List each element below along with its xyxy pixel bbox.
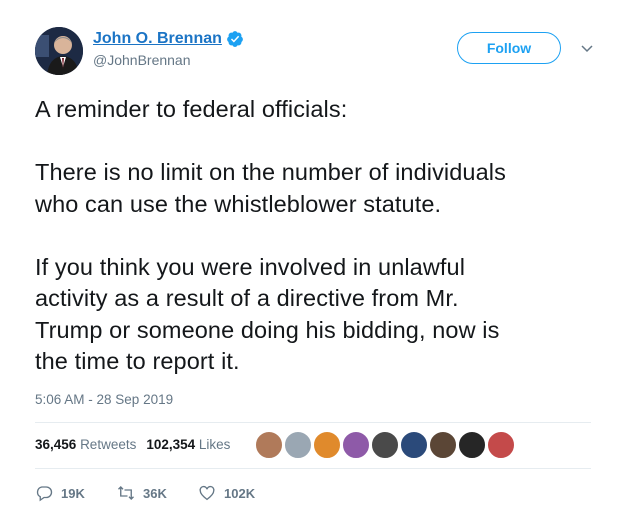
- retweets-count: 36,456: [35, 437, 77, 452]
- liker-avatar[interactable]: [487, 431, 515, 459]
- author-names: John O. Brennan @JohnBrennan: [93, 30, 244, 68]
- liker-avatar[interactable]: [429, 431, 457, 459]
- retweets-stat[interactable]: 36,456 Retweets: [35, 437, 136, 452]
- author-handle[interactable]: @JohnBrennan: [93, 52, 244, 68]
- verified-icon: [227, 31, 243, 47]
- like-button[interactable]: 102K: [198, 484, 255, 502]
- liker-avatar[interactable]: [400, 431, 428, 459]
- tweet-text: A reminder to federal officials: There i…: [35, 96, 506, 374]
- retweets-label: Retweets: [80, 437, 137, 452]
- likes-stat[interactable]: 102,354 Likes: [146, 437, 230, 452]
- retweet-icon: [118, 486, 134, 500]
- likes-count: 102,354: [146, 437, 196, 452]
- liker-avatar[interactable]: [458, 431, 486, 459]
- liker-avatar[interactable]: [371, 431, 399, 459]
- tweet-timestamp[interactable]: 5:06 AM - 28 Sep 2019: [35, 392, 173, 407]
- chevron-down-icon[interactable]: [580, 41, 594, 55]
- divider: [35, 468, 591, 469]
- author-display-name[interactable]: John O. Brennan: [93, 30, 222, 48]
- liker-avatar[interactable]: [284, 431, 312, 459]
- retweet-count: 36K: [143, 485, 167, 501]
- divider: [35, 422, 591, 423]
- liker-avatar[interactable]: [255, 431, 283, 459]
- reply-button[interactable]: 19K: [35, 484, 85, 502]
- reply-count: 19K: [61, 485, 85, 501]
- liker-avatar[interactable]: [342, 431, 370, 459]
- tweet-header: John O. Brennan @JohnBrennan Follow: [35, 27, 609, 79]
- avatar[interactable]: [35, 27, 83, 75]
- tweet-stats: 36,456 Retweets 102,354 Likes: [35, 437, 230, 452]
- likes-label: Likes: [198, 437, 231, 452]
- like-count: 102K: [224, 485, 256, 501]
- liker-avatar[interactable]: [313, 431, 341, 459]
- follow-button[interactable]: Follow: [457, 32, 561, 64]
- reply-icon: [36, 486, 53, 502]
- like-icon: [199, 485, 215, 501]
- retweet-button[interactable]: 36K: [117, 484, 167, 502]
